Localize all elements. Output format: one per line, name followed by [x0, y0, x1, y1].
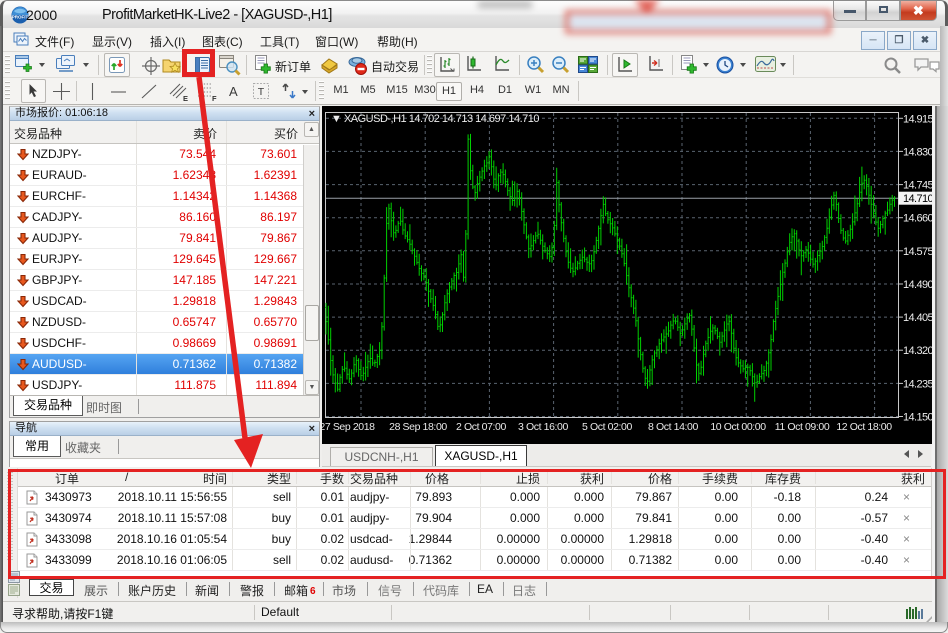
svg-text:14.710: 14.710	[903, 193, 932, 205]
svg-text:14.915: 14.915	[903, 113, 932, 125]
svg-text:14.660: 14.660	[903, 213, 932, 225]
svg-text:▼ XAGUSD-,H1 14.702 14.713 14: ▼ XAGUSD-,H1 14.702 14.713 14.697 14.710	[331, 113, 539, 125]
svg-text:14.405: 14.405	[903, 312, 932, 324]
svg-text:11 Oct 09:00: 11 Oct 09:00	[775, 421, 830, 433]
svg-text:8 Oct 14:00: 8 Oct 14:00	[648, 421, 698, 433]
svg-text:14.320: 14.320	[903, 345, 932, 357]
svg-text:10 Oct 00:00: 10 Oct 00:00	[710, 421, 766, 433]
svg-text:14.150: 14.150	[903, 412, 932, 424]
svg-text:14.830: 14.830	[903, 146, 932, 158]
svg-text:12 Oct 18:00: 12 Oct 18:00	[836, 421, 892, 433]
svg-text:28 Sep 18:00: 28 Sep 18:00	[389, 421, 447, 433]
svg-text:3 Oct 16:00: 3 Oct 16:00	[518, 421, 568, 433]
svg-text:5 Oct 02:00: 5 Oct 02:00	[582, 421, 632, 433]
svg-text:14.745: 14.745	[903, 180, 932, 192]
svg-text:14.490: 14.490	[903, 279, 932, 291]
svg-text:27 Sep 2018: 27 Sep 2018	[322, 421, 375, 433]
svg-text:14.575: 14.575	[903, 246, 932, 258]
svg-text:14.235: 14.235	[903, 378, 932, 390]
svg-text:2 Oct 07:00: 2 Oct 07:00	[456, 421, 506, 433]
